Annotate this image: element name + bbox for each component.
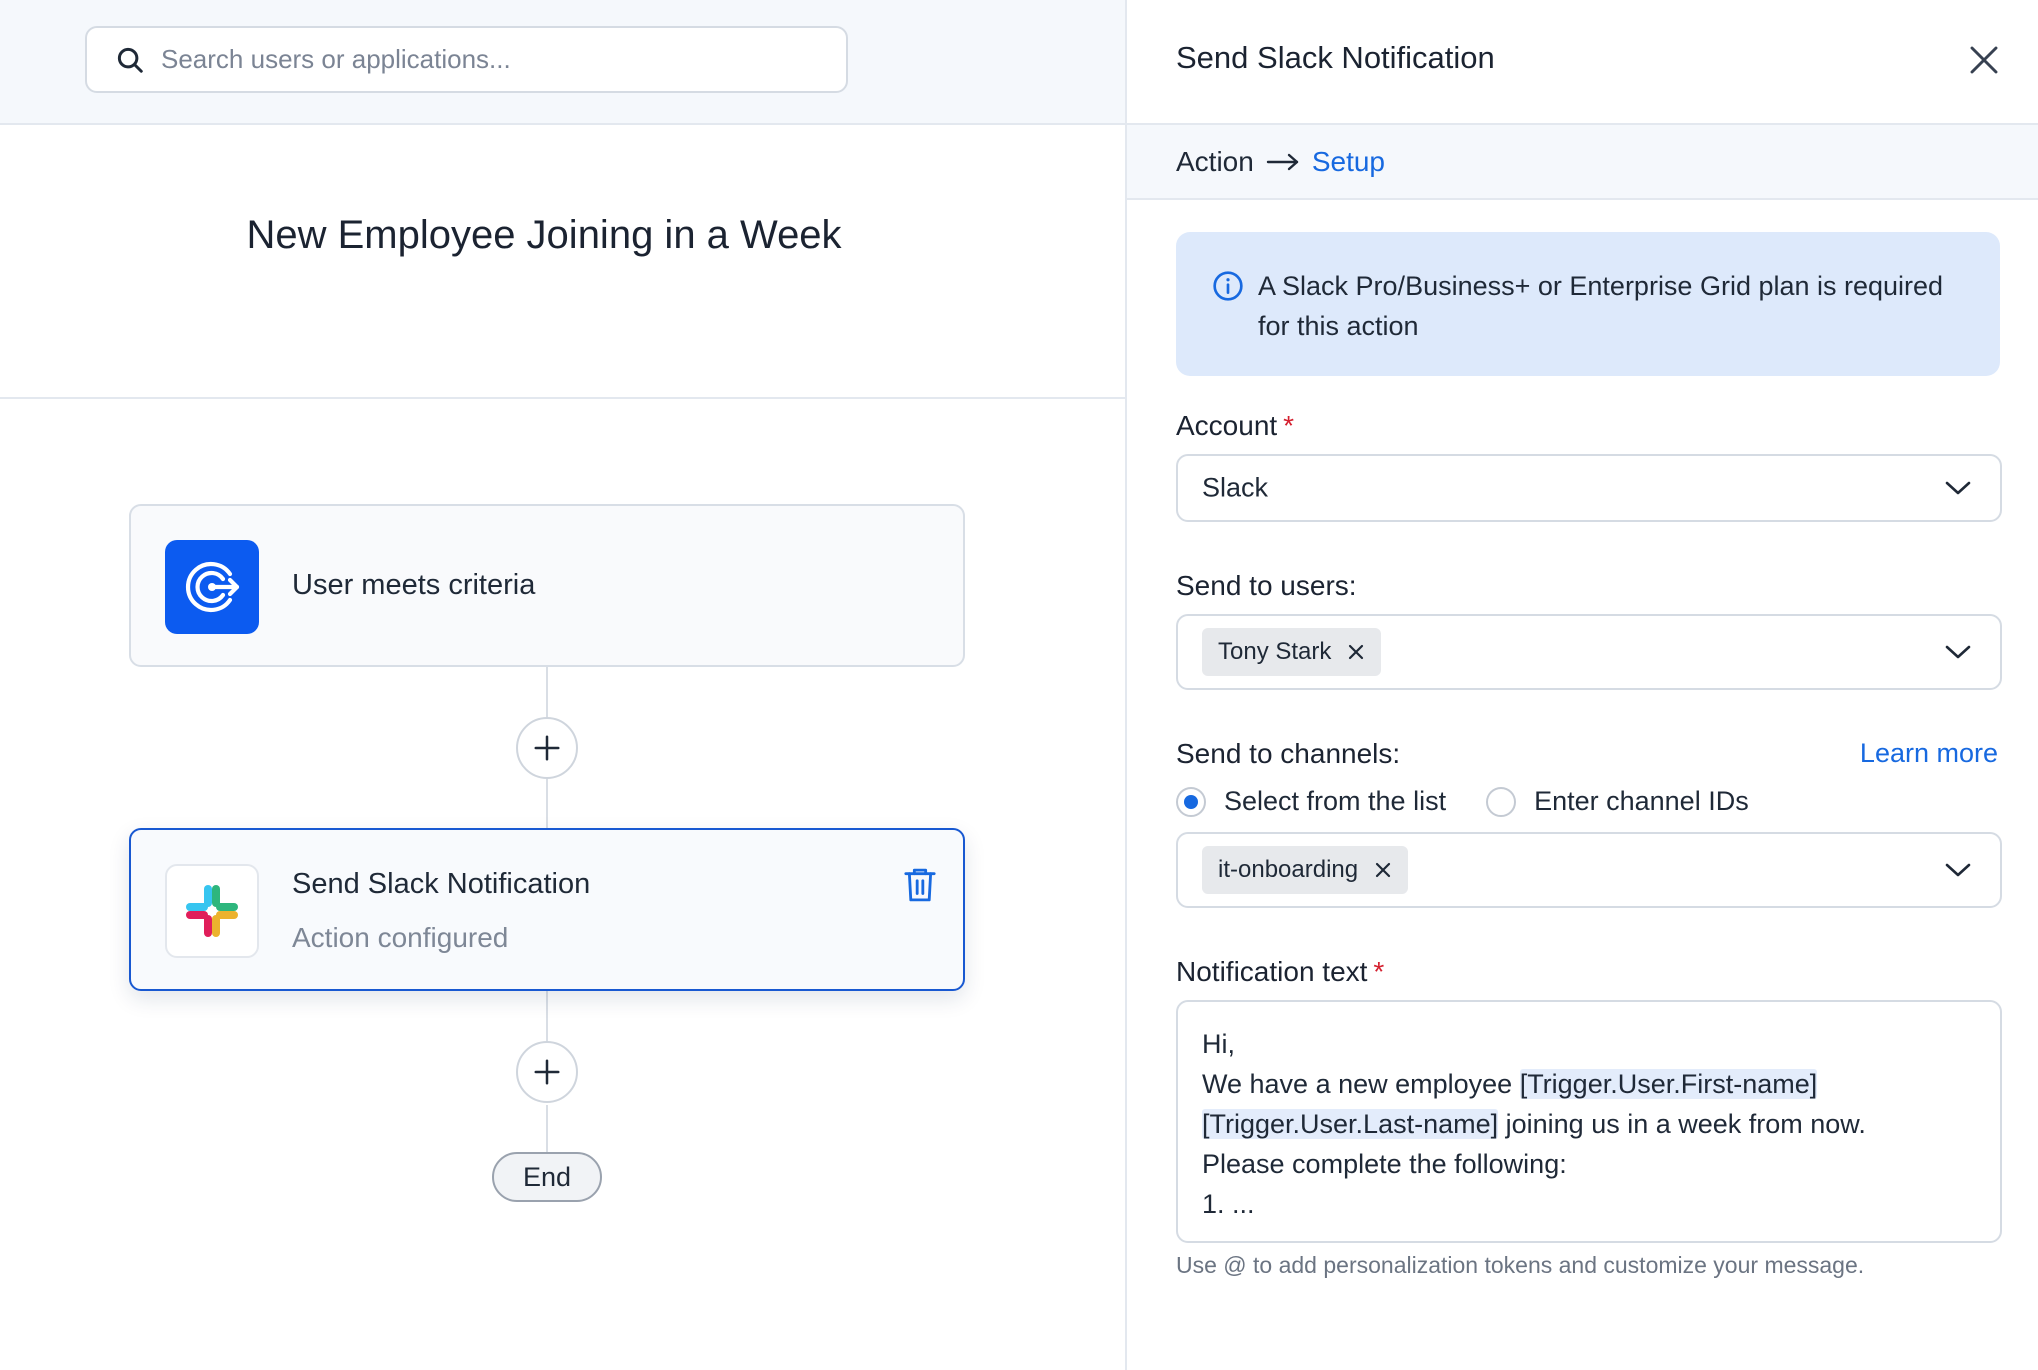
users-multiselect[interactable]: Tony Stark: [1176, 614, 2002, 690]
search-icon: [117, 47, 143, 73]
account-label: Account *: [1176, 410, 1294, 442]
channel-mode-radio-group: Select from the list Enter channel IDs: [1176, 786, 1749, 817]
workflow-title: New Employee Joining in a Week: [246, 213, 842, 257]
token-first-name[interactable]: [Trigger.User.First-name]: [1519, 1069, 1818, 1099]
search-box[interactable]: [85, 26, 848, 93]
radio-select-from-list[interactable]: [1176, 786, 1206, 817]
add-step-button[interactable]: [516, 717, 578, 779]
chip-label: it-onboarding: [1218, 856, 1359, 883]
channel-chip: it-onboarding: [1202, 846, 1409, 894]
action-settings-panel: Send Slack Notification Action Setup A S…: [1125, 0, 2038, 1370]
slack-action-node[interactable]: Send Slack Notification Action configure…: [129, 828, 965, 991]
breadcrumb-action[interactable]: Action: [1176, 146, 1254, 178]
message-line: We have a new employee [Trigger.User.Fir…: [1202, 1064, 1976, 1104]
plus-icon: [534, 1059, 560, 1085]
trigger-node[interactable]: User meets criteria: [129, 504, 965, 667]
account-label-text: Account: [1176, 410, 1278, 441]
send-to-users-label: Send to users:: [1176, 570, 1357, 601]
message-line: Hi,: [1202, 1029, 1235, 1059]
workflow-header: New Employee Joining in a Week: [0, 125, 1125, 399]
notification-label-text: Notification text: [1176, 956, 1368, 987]
node-status: Action configured: [292, 922, 509, 953]
panel-title: Send Slack Notification: [1176, 40, 1495, 75]
radio-enter-channel-ids[interactable]: [1486, 786, 1517, 817]
chevron-down-icon: [1945, 481, 1971, 495]
message-text: We have a new employee: [1202, 1069, 1520, 1099]
send-to-channels-label: Send to channels:: [1176, 738, 1401, 769]
slack-logo-icon: [165, 864, 259, 958]
breadcrumb-setup[interactable]: Setup: [1312, 146, 1385, 178]
helper-text: Use @ to add personalization tokens and …: [1176, 1252, 1865, 1278]
required-mark: *: [1373, 956, 1385, 987]
panel-header: Send Slack Notification: [1127, 0, 2038, 125]
add-step-button[interactable]: [516, 1041, 578, 1103]
chevron-down-icon: [1945, 863, 1971, 877]
close-icon[interactable]: [1968, 44, 2000, 76]
connector-line: [546, 777, 548, 830]
node-title: Send Slack Notification: [292, 868, 591, 900]
account-select[interactable]: Slack: [1176, 454, 2002, 522]
target-arrow-icon: [165, 540, 259, 634]
breadcrumb: Action Setup: [1127, 125, 2038, 200]
required-mark: *: [1283, 410, 1295, 441]
account-value: Slack: [1202, 472, 1269, 503]
connector-line: [546, 1105, 548, 1153]
plan-info-banner: A Slack Pro/Business+ or Enterprise Grid…: [1176, 232, 2000, 376]
token-last-name[interactable]: [Trigger.User.Last-name]: [1202, 1109, 1499, 1139]
workflow-canvas: New Employee Joining in a Week User meet…: [0, 0, 1125, 1370]
arrow-right-icon: [1266, 152, 1300, 172]
trash-icon[interactable]: [903, 866, 937, 904]
message-line: 1. ...: [1202, 1189, 1255, 1219]
message-line: [Trigger.User.Last-name] joining us in a…: [1202, 1104, 1976, 1144]
search-input[interactable]: [161, 44, 821, 75]
notification-textarea[interactable]: Hi, We have a new employee [Trigger.User…: [1176, 1000, 2002, 1243]
learn-more-link[interactable]: Learn more: [1860, 738, 1998, 769]
message-text: joining us in a week from now.: [1498, 1109, 1866, 1139]
info-icon: [1213, 271, 1243, 301]
radio-label[interactable]: Select from the list: [1224, 786, 1446, 817]
plus-icon: [534, 735, 560, 761]
chip-label: Tony Stark: [1218, 638, 1332, 665]
radio-label[interactable]: Enter channel IDs: [1534, 786, 1749, 817]
message-line: Please complete the following:: [1202, 1149, 1567, 1179]
info-message: A Slack Pro/Business+ or Enterprise Grid…: [1258, 271, 1944, 341]
remove-chip-icon[interactable]: [1374, 861, 1392, 879]
end-node: End: [492, 1152, 602, 1202]
chevron-down-icon: [1945, 645, 1971, 659]
notification-text-label: Notification text *: [1176, 956, 1384, 988]
remove-chip-icon[interactable]: [1347, 643, 1365, 661]
canvas-topbar: [0, 0, 1125, 125]
channels-multiselect[interactable]: it-onboarding: [1176, 832, 2002, 908]
node-title: User meets criteria: [292, 569, 536, 601]
user-chip: Tony Stark: [1202, 628, 1382, 676]
